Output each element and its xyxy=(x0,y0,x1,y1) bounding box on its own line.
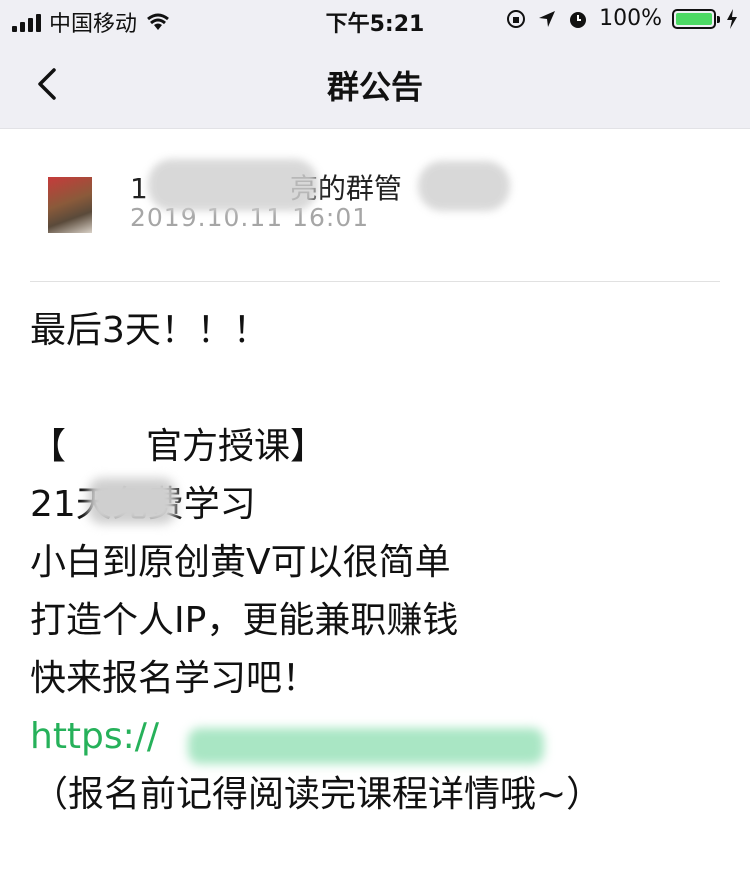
redaction-blur xyxy=(88,478,176,524)
announcement-body: 最后3天！！！ 【官方授课】 21天免费学习 小白到原创黄V可以很简单 打造个人… xyxy=(30,282,720,824)
redaction-blur xyxy=(418,161,510,211)
battery-fill xyxy=(676,12,712,25)
body-line: 小白到原创黄V可以很简单 xyxy=(30,542,451,583)
body-line: 打造个人IP，更能兼职赚钱 xyxy=(30,600,459,641)
charging-icon xyxy=(727,8,737,29)
body-line: （报名前记得阅读完课程详情哦~） xyxy=(32,774,603,815)
author-name-prefix: 1 xyxy=(130,172,148,205)
author-row: 1 亮的群管 2019.10.11 16:01 xyxy=(30,129,720,282)
link-redaction-blur xyxy=(188,728,544,764)
bracket-open: 【 xyxy=(30,426,67,467)
announcement: 1亮的群管 2019.10.11 16:01 最后3天！！！ 【官方授课】 21… xyxy=(0,129,750,824)
battery-percent: 100% xyxy=(599,6,662,31)
body-line: 最后3天！！！ xyxy=(30,310,269,351)
location-icon xyxy=(539,10,556,27)
body-line-empty xyxy=(30,360,720,418)
nav-bar: 群公告 xyxy=(0,40,750,129)
status-bar: 中国移动 下午5:21 100% xyxy=(0,0,750,40)
redaction-blur xyxy=(148,159,318,211)
bracket-text: 官方授课】 xyxy=(146,426,327,467)
page-title: 群公告 xyxy=(326,68,423,106)
alarm-icon xyxy=(570,11,587,28)
battery-icon xyxy=(672,8,720,29)
status-right: 100% xyxy=(505,6,738,31)
body-line: 快来报名学习吧！ xyxy=(30,658,319,699)
orientation-lock-icon xyxy=(507,9,526,28)
avatar[interactable] xyxy=(48,177,92,233)
body-line: 【 官方授课】 xyxy=(30,418,720,476)
